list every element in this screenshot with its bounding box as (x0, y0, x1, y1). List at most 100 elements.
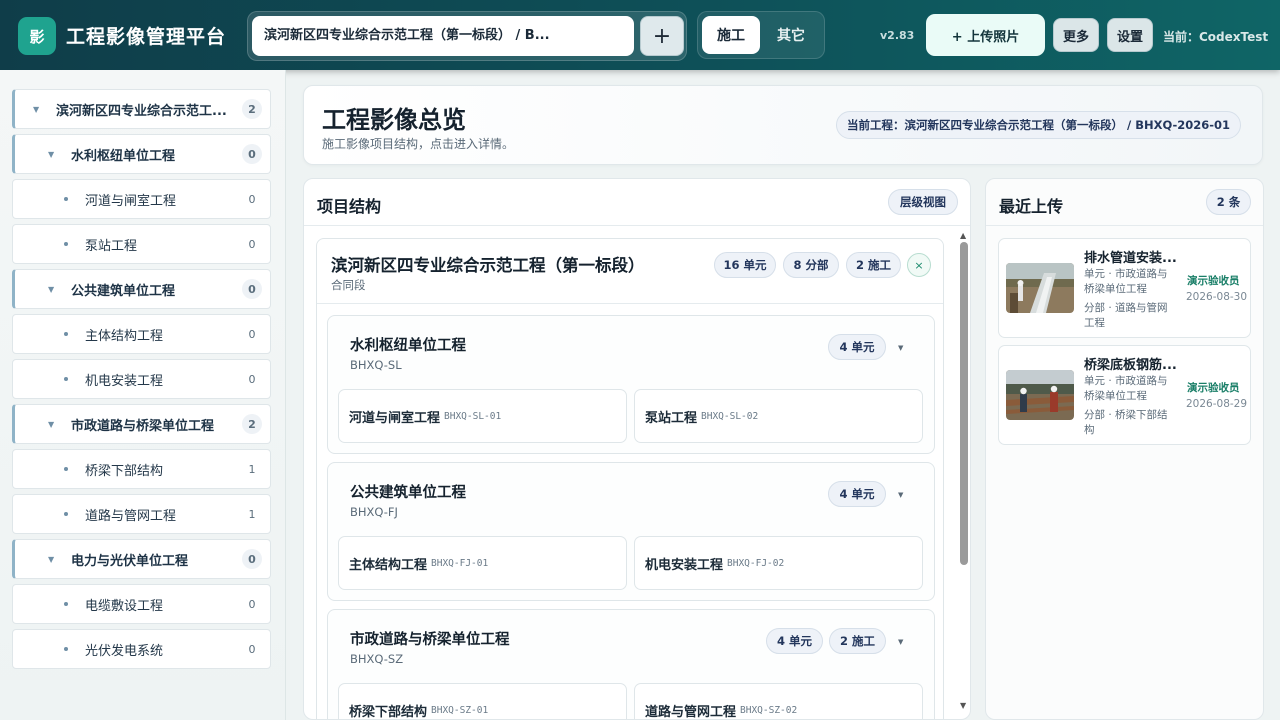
recent-count-badge: 2 条 (1206, 189, 1251, 215)
tree-item-count: 0 (248, 237, 256, 251)
upload-date: 2026-08-29 (1186, 398, 1248, 410)
project-structure-panel: 项目结构 层级视图 滨河新区四专业综合示范工程（第一标段） 合同段 16 单元 … (303, 178, 971, 720)
section-name: 道路与管网工程 (645, 704, 737, 720)
chevron-down-icon[interactable]: ▼ (898, 344, 903, 352)
settings-button[interactable]: 设置 (1107, 18, 1153, 52)
tree-item-label: 道路与管网工程 (85, 508, 177, 524)
chevron-down-icon[interactable]: ▼ (48, 555, 54, 564)
tree-item-label: 公共建筑单位工程 (71, 283, 176, 299)
chevron-down-icon[interactable]: ▼ (48, 285, 54, 294)
tree-item-section[interactable]: 电缆敷设工程 0 (12, 584, 271, 624)
project-select[interactable]: 滨河新区四专业综合示范工程（第一标段） / B... (252, 16, 634, 56)
section-code: BHXQ-SL-01 (444, 410, 502, 422)
chevron-down-icon[interactable]: ▼ (48, 150, 54, 159)
upload-title: 桥梁底板钢筋... (1084, 358, 1177, 373)
app-title: 工程影像管理平台 (66, 26, 227, 48)
unit-code: BHXQ-SZ (350, 652, 404, 666)
section-card[interactable]: 道路与管网工程 BHXQ-SZ-02 (634, 683, 923, 720)
tree-item-label: 河道与闸室工程 (85, 193, 177, 209)
tree-item-section[interactable]: 河道与闸室工程 0 (12, 179, 271, 219)
tree-item-section[interactable]: 桥梁下部结构 1 (12, 449, 271, 489)
bullet-icon (64, 332, 68, 336)
tree-item-label: 市政道路与桥梁单位工程 (71, 418, 215, 434)
vertical-scrollbar[interactable]: ▲ ▼ (957, 231, 970, 717)
tree-item-unit[interactable]: ▼ 电力与光伏单位工程 0 (12, 539, 271, 579)
tab-construction[interactable]: 施工 (702, 16, 760, 54)
section-card[interactable]: 桥梁下部结构 BHXQ-SZ-01 (338, 683, 627, 719)
bullet-icon (64, 242, 68, 246)
chevron-down-icon[interactable]: ▼ (48, 420, 54, 429)
tree-item-count: 0 (248, 642, 256, 656)
section-code: BHXQ-SL-02 (701, 410, 759, 422)
contract-card[interactable]: 滨河新区四专业综合示范工程（第一标段） 合同段 16 单元 8 分部 2 施工 … (316, 238, 944, 720)
tree-item-label: 机电安装工程 (85, 373, 164, 389)
unit-count-badge: 4 单元 (828, 334, 886, 360)
scrollbar-thumb[interactable] (960, 242, 968, 565)
uploader-name: 演示验收员 (1187, 382, 1240, 394)
mode-tabs: 施工 其它 (697, 11, 825, 59)
divider (986, 225, 1263, 226)
page-title: 工程影像总览 (322, 106, 466, 134)
section-card[interactable]: 机电安装工程 BHXQ-FJ-02 (634, 536, 923, 590)
tree-item-unit[interactable]: ▼ 市政道路与桥梁单位工程 2 (12, 404, 271, 444)
tree-item-section[interactable]: 泵站工程 0 (12, 224, 271, 264)
structure-scroll-area[interactable]: 滨河新区四专业综合示范工程（第一标段） 合同段 16 单元 8 分部 2 施工 … (304, 226, 970, 720)
section-card[interactable]: 河道与闸室工程 BHXQ-SL-01 (338, 389, 627, 443)
tree-item-section[interactable]: 主体结构工程 0 (12, 314, 271, 354)
chevron-down-icon[interactable]: ▼ (898, 638, 903, 646)
tree-item-section[interactable]: 道路与管网工程 1 (12, 494, 271, 534)
tree-item-label: 电力与光伏单位工程 (71, 553, 189, 569)
scroll-down-icon[interactable]: ▼ (960, 701, 966, 710)
add-project-button[interactable]: + (640, 16, 684, 56)
hierarchy-view-button[interactable]: 层级视图 (888, 189, 958, 215)
app-logo: 影 (18, 17, 56, 55)
unit-name: 市政道路与桥梁单位工程 (350, 632, 510, 648)
tree-item-count: 0 (242, 279, 262, 299)
photo-thumbnail[interactable] (1006, 263, 1074, 313)
tree-item-unit[interactable]: ▼ 水利枢纽单位工程 0 (12, 134, 271, 174)
unit-name: 公共建筑单位工程 (350, 485, 466, 501)
section-count-badge: 8 分部 (783, 252, 839, 278)
page-subtitle: 施工影像项目结构，点击进入详情。 (322, 137, 515, 151)
divider (317, 303, 943, 304)
tree-item-count: 0 (248, 597, 256, 611)
tree-item-count: 1 (248, 507, 256, 521)
section-card[interactable]: 泵站工程 BHXQ-SL-02 (634, 389, 923, 443)
tree-item-count: 0 (242, 144, 262, 164)
construction-count-badge: 2 施工 (846, 252, 901, 278)
tree-item-section[interactable]: 光伏发电系统 0 (12, 629, 271, 669)
section-code: BHXQ-SZ-02 (740, 704, 798, 716)
tree-item-label: 泵站工程 (85, 238, 138, 254)
contract-type: 合同段 (331, 278, 366, 292)
unit-card[interactable]: 公共建筑单位工程 BHXQ-FJ 4 单元 ▼ 主体结构工程 BHXQ-FJ-0… (327, 462, 935, 601)
unit-count-badge: 4 单元 (766, 628, 823, 654)
tree-item-contract[interactable]: ▼ 滨河新区四专业综合示范工... 2 (12, 89, 271, 129)
upload-item[interactable]: 桥梁底板钢筋... 单元 · 市政道路与桥梁单位工程 分部 · 桥梁下部结构 演… (998, 345, 1251, 445)
tree-item-section[interactable]: 机电安装工程 0 (12, 359, 271, 399)
close-icon[interactable]: × (907, 253, 931, 277)
scroll-up-icon[interactable]: ▲ (960, 231, 966, 240)
more-button[interactable]: 更多 (1053, 18, 1099, 52)
section-code: BHXQ-FJ-01 (431, 557, 489, 569)
overview-header: 工程影像总览 施工影像项目结构，点击进入详情。 当前工程：滨河新区四专业综合示范… (303, 85, 1263, 165)
tab-other[interactable]: 其它 (762, 16, 820, 54)
contract-name: 滨河新区四专业综合示范工程（第一标段） (331, 256, 645, 275)
chevron-down-icon[interactable]: ▼ (898, 491, 903, 499)
unit-name: 水利枢纽单位工程 (350, 338, 466, 354)
tree-item-count: 2 (242, 414, 262, 434)
top-header: 影 工程影像管理平台 滨河新区四专业综合示范工程（第一标段） / B... + … (0, 0, 1280, 70)
upload-title: 排水管道安装... (1084, 251, 1177, 266)
section-card[interactable]: 主体结构工程 BHXQ-FJ-01 (338, 536, 627, 590)
unit-card[interactable]: 水利枢纽单位工程 BHXQ-SL 4 单元 ▼ 河道与闸室工程 BHXQ-SL-… (327, 315, 935, 454)
upload-photo-button[interactable]: + 上传照片 (926, 14, 1045, 56)
upload-item[interactable]: 排水管道安装... 单元 · 市政道路与桥梁单位工程 分部 · 道路与管网工程 … (998, 238, 1251, 338)
section-name: 泵站工程 (645, 410, 698, 426)
tree-item-label: 主体结构工程 (85, 328, 164, 344)
unit-card[interactable]: 市政道路与桥梁单位工程 BHXQ-SZ 4 单元 2 施工 ▼ 桥梁下部结构 B… (327, 609, 935, 720)
chevron-down-icon[interactable]: ▼ (33, 105, 39, 114)
bullet-icon (64, 197, 68, 201)
section-name: 河道与闸室工程 (349, 410, 441, 426)
tree-item-unit[interactable]: ▼ 公共建筑单位工程 0 (12, 269, 271, 309)
project-tree-sidebar: ▼ 滨河新区四专业综合示范工... 2 ▼ 水利枢纽单位工程 0 河道与闸室工程… (0, 70, 286, 720)
photo-thumbnail[interactable] (1006, 370, 1074, 420)
